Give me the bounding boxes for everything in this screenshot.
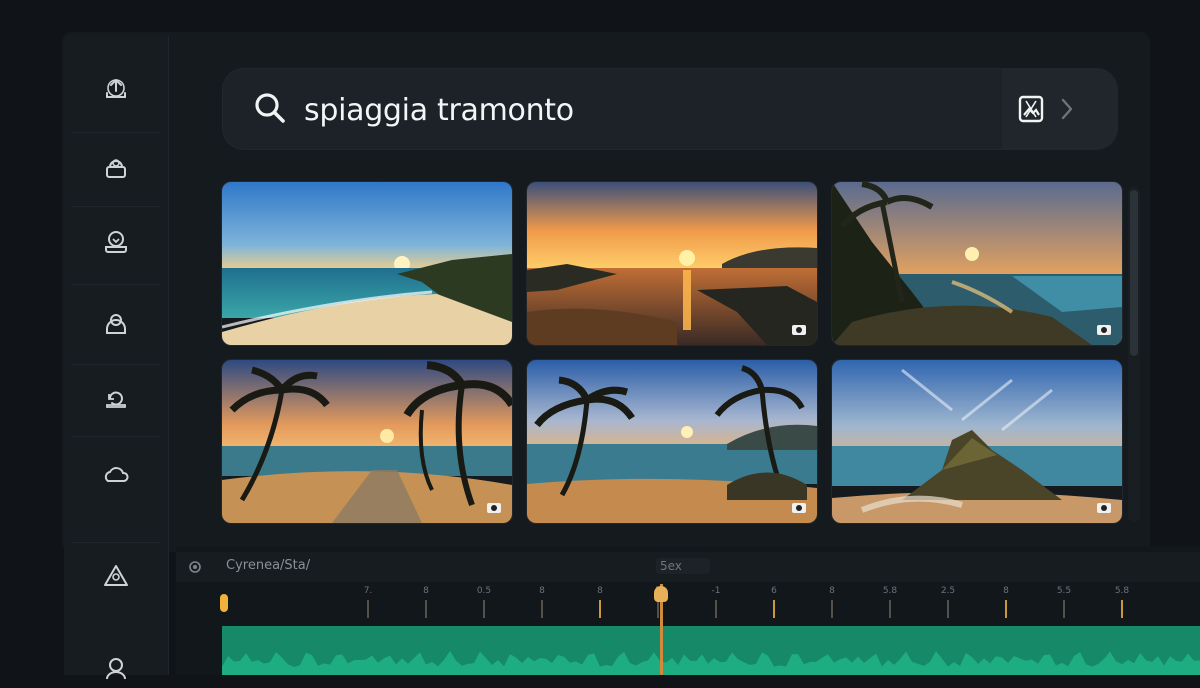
scrollbar-thumb[interactable] [1130,190,1138,356]
in-point-marker[interactable] [220,594,228,612]
audio-waveform [222,651,1200,675]
cloud-icon [104,467,129,482]
camera-icon [792,503,806,513]
camera-icon [487,503,501,513]
sidebar-upload-button[interactable] [96,68,136,108]
ruler-tick [947,600,949,618]
ruler-tick [889,600,891,618]
sidebar-cloud-button[interactable] [96,454,136,494]
sidebar-download-button[interactable] [96,222,136,262]
sidebar-alerts-button[interactable] [96,556,136,596]
result-badge [484,499,504,515]
camera-icon [792,325,806,335]
result-badge [1094,321,1114,337]
result-thumbnail-2[interactable] [527,182,817,345]
ruler-tick [773,600,775,618]
ruler-tick [1121,600,1123,618]
ruler-tick [483,600,485,618]
sidebar-media-button[interactable] [96,148,136,188]
palm-lagoon-image [832,182,1122,345]
visibility-icon[interactable] [188,560,202,574]
ruler-tick-label: 5.8 [1114,586,1130,596]
ruler-tick [599,600,601,618]
triangle-warning-icon [104,565,128,586]
results-scrollbar[interactable] [1128,186,1140,522]
orange-sunset-bay-image [527,182,817,345]
ruler-tick-label: 6 [771,586,777,596]
result-thumbnail-4[interactable] [222,360,512,523]
result-thumbnail-5[interactable] [527,360,817,523]
palms-blue-sky-image [527,360,817,523]
person-icon [106,314,126,334]
ruler-tick-label: 8 [1003,586,1009,596]
result-thumbnail-6[interactable] [832,360,1122,523]
beach-daylight-image [222,182,512,345]
ruler-tick [1063,600,1065,618]
ruler-tick [715,600,717,618]
search-bar [222,68,1118,150]
results-grid [222,182,1122,523]
ruler-tick [657,600,659,618]
camera-icon [1097,325,1111,335]
left-sidebar [64,36,169,680]
ruler-tick-label: -1 [711,586,721,596]
ruler-tick-label: 0.5 [476,586,492,596]
timeline-panel: Cyrenea/Sta/ 5ex 7.80.5885-1685.82.585.5… [176,546,1200,675]
ruler-tick [831,600,833,618]
media-library-icon [106,159,126,178]
ruler-tick-label: 2.5 [940,586,956,596]
rock-island-image [832,360,1122,523]
upload-icon [106,79,126,98]
ruler-tick [425,600,427,618]
audio-track[interactable] [222,626,1200,675]
user-icon [106,658,126,680]
refresh-icon [106,391,126,408]
result-badge [789,499,809,515]
track-label: Cyrenea/Sta/ [226,558,311,573]
ruler-tick-label: 5.5 [1056,586,1072,596]
ruler-tick-label: 5.8 [882,586,898,596]
ruler-tick-label: 8 [539,586,545,596]
ruler-tick-label: 8 [423,586,429,596]
ruler-tick-label: 7. [363,586,373,596]
result-badge [1094,499,1114,515]
palms-road-image [222,360,512,523]
search-input[interactable] [302,86,946,134]
timeline-header: Cyrenea/Sta/ 5ex [176,552,1200,582]
timecode-label: 5ex [656,558,710,574]
ruler-tick [367,600,369,618]
ruler-tick-label: 8 [597,586,603,596]
search-actions [1002,68,1118,150]
download-icon [105,231,127,253]
ruler-tick [1005,600,1007,618]
sidebar-sync-button[interactable] [96,378,136,418]
ruler-tick-label: 8 [829,586,835,596]
image-search-icon[interactable] [1018,95,1044,123]
sidebar-people-button[interactable] [96,304,136,344]
result-thumbnail-3[interactable] [832,182,1122,345]
playhead-handle[interactable] [654,586,668,602]
result-thumbnail-1[interactable] [222,182,512,345]
chevron-right-icon[interactable] [1058,96,1076,122]
sidebar-user-button[interactable] [96,648,136,688]
result-badge [789,321,809,337]
camera-icon [1097,503,1111,513]
ruler-tick [541,600,543,618]
search-icon[interactable] [252,90,288,126]
timeline-ruler[interactable]: 7.80.5885-1685.82.585.55.8 [222,586,1200,626]
